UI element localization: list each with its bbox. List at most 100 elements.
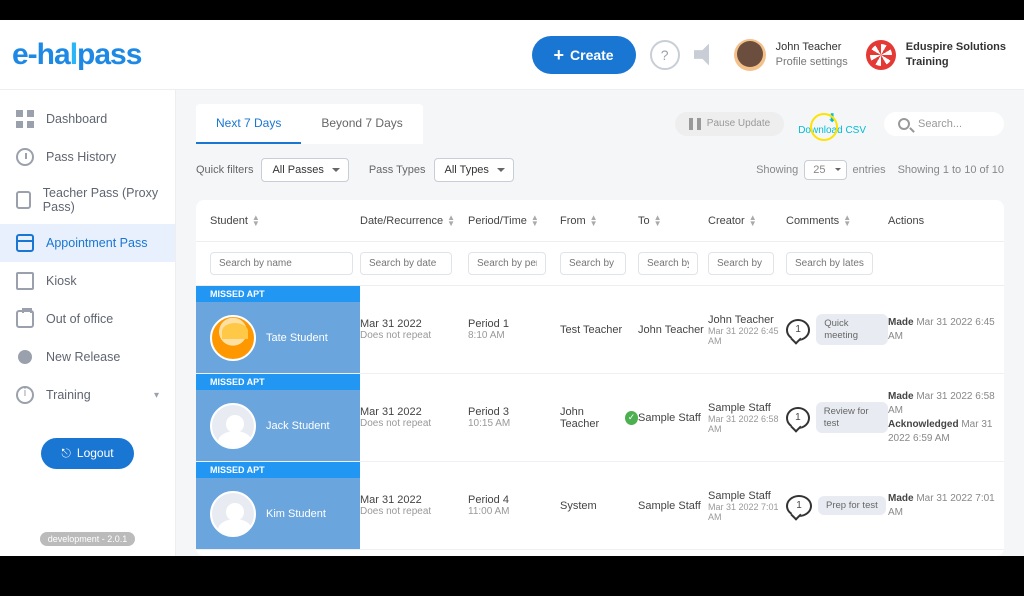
org-name: Eduspire Solutions Training [906,40,1006,69]
missed-badge: MISSED APT [196,286,360,302]
creator-cell: Sample StaffMar 31 2022 7:01 AM [708,490,786,522]
chevron-down-icon: ▾ [154,390,159,401]
sort-icon: ▲▼ [531,215,539,226]
content: Next 7 Days Beyond 7 Days Pause Update ⬇… [176,90,1024,556]
pause-icon [689,118,701,130]
col-student[interactable]: Student▲▼ [210,215,360,227]
dot-icon [18,350,32,364]
col-from[interactable]: From▲▼ [560,215,638,227]
actions-cell: Made Mar 31 2022 6:58 AMAcknowledged Mar… [888,390,1004,446]
user-menu[interactable]: John Teacher Profile settings [776,40,848,69]
comment-icon: 1 [786,495,812,517]
from-cell: John Teacher✓ [560,406,638,430]
from-cell: Test Teacher [560,324,638,336]
date-cell: Mar 31 2022Does not repeat [360,318,468,341]
calendar-icon [16,234,34,252]
sidebar-item-training[interactable]: Training▾ [0,376,175,414]
sort-icon: ▲▼ [447,215,455,226]
student-avatar [210,315,256,361]
filter-from[interactable] [560,252,626,275]
comments-cell[interactable]: 1Review for test [786,402,888,433]
page-size-select[interactable]: 25 [804,160,846,180]
search-icon [898,118,910,130]
filter-to[interactable] [638,252,698,275]
col-comments[interactable]: Comments▲▼ [786,215,888,227]
col-period[interactable]: Period/Time▲▼ [468,215,560,227]
sort-icon: ▲▼ [252,215,260,226]
filter-period[interactable] [468,252,546,275]
comment-icon: 1 [786,319,810,341]
sidebar: Dashboard Pass History Teacher Pass (Pro… [0,90,176,556]
to-cell: Sample Staff [638,412,708,424]
creator-cell: Sample StaffMar 31 2022 6:58 AM [708,402,786,434]
logout-button[interactable]: ⎋Logout [41,438,133,469]
sidebar-item-appointment-pass[interactable]: Appointment Pass [0,224,175,262]
tab-next-7-days[interactable]: Next 7 Days [196,104,301,144]
filter-date[interactable] [360,252,452,275]
to-cell: Sample Staff [638,500,708,512]
sidebar-item-kiosk[interactable]: Kiosk [0,262,175,300]
mute-icon[interactable] [694,44,716,66]
app-logo: e-halpass [12,38,141,72]
col-to[interactable]: To▲▼ [638,215,708,227]
filter-student[interactable] [210,252,353,275]
create-button[interactable]: +Create [532,36,636,74]
logout-icon: ⎋ [61,446,71,461]
student-name[interactable]: Jack Student [266,420,330,432]
table-row: MISSED APT Kim Student Mar 31 2022Does n… [196,462,1004,550]
student-avatar [210,403,256,449]
sidebar-item-pass-history[interactable]: Pass History [0,138,175,176]
table-row: MISSED APT Jack Student Mar 31 2022Does … [196,374,1004,462]
showing-label: Showing [756,164,798,176]
table-row: MISSED APT Tate Student Mar 31 2022Does … [196,286,1004,374]
badge-icon [16,191,31,209]
quick-filters-select[interactable]: All Passes [261,158,348,182]
comments-cell[interactable]: 1Quick meeting [786,314,888,345]
sidebar-item-new-release[interactable]: New Release [0,338,175,376]
plus-icon: + [554,46,565,64]
sidebar-item-dashboard[interactable]: Dashboard [0,100,175,138]
col-date[interactable]: Date/Recurrence▲▼ [360,215,468,227]
download-csv-button[interactable]: ⬇ Download CSV [798,111,866,137]
grid-icon [16,110,34,128]
to-cell: John Teacher [638,324,708,336]
period-cell: Period 411:00 AM [468,494,560,517]
sort-icon: ▲▼ [590,215,598,226]
filter-comments[interactable] [786,252,873,275]
sidebar-item-teacher-pass[interactable]: Teacher Pass (Proxy Pass) [0,176,175,224]
student-name[interactable]: Tate Student [266,332,328,344]
student-name[interactable]: Kim Student [266,508,326,520]
info-icon [16,386,34,404]
quick-filters-label: Quick filters [196,164,253,176]
date-cell: Mar 31 2022Does not repeat [360,494,468,517]
highlight-ring [810,113,838,141]
col-creator[interactable]: Creator▲▼ [708,215,786,227]
entries-label: entries [853,164,886,176]
org-logo [866,40,896,70]
col-actions: Actions [888,215,1004,227]
missed-badge: MISSED APT [196,374,360,390]
sort-icon: ▲▼ [654,215,662,226]
filter-creator[interactable] [708,252,774,275]
pass-types-select[interactable]: All Types [434,158,514,182]
search-input[interactable]: Search... [884,112,1004,136]
actions-cell: Made Mar 31 2022 6:45 AM [888,316,1004,344]
check-icon: ✓ [625,411,638,425]
pause-update-button[interactable]: Pause Update [675,112,784,136]
sort-icon: ▲▼ [749,215,757,226]
screen-icon [16,272,34,290]
sidebar-item-out-of-office[interactable]: Out of office [0,300,175,338]
tab-beyond-7-days[interactable]: Beyond 7 Days [301,104,422,144]
comments-cell[interactable]: 1Prep for test [786,495,888,517]
appointments-table: Student▲▼ Date/Recurrence▲▼ Period/Time▲… [196,200,1004,556]
tabs: Next 7 Days Beyond 7 Days [196,104,423,144]
version-badge: development - 2.0.1 [40,532,136,546]
creator-cell: John TeacherMar 31 2022 6:45 AM [708,314,786,346]
period-cell: Period 18:10 AM [468,318,560,341]
user-avatar[interactable] [734,39,766,71]
range-label: Showing 1 to 10 of 10 [898,164,1004,176]
missed-badge: MISSED APT [196,462,360,478]
clock-icon [16,148,34,166]
pass-types-label: Pass Types [369,164,426,176]
help-icon[interactable]: ? [650,40,680,70]
